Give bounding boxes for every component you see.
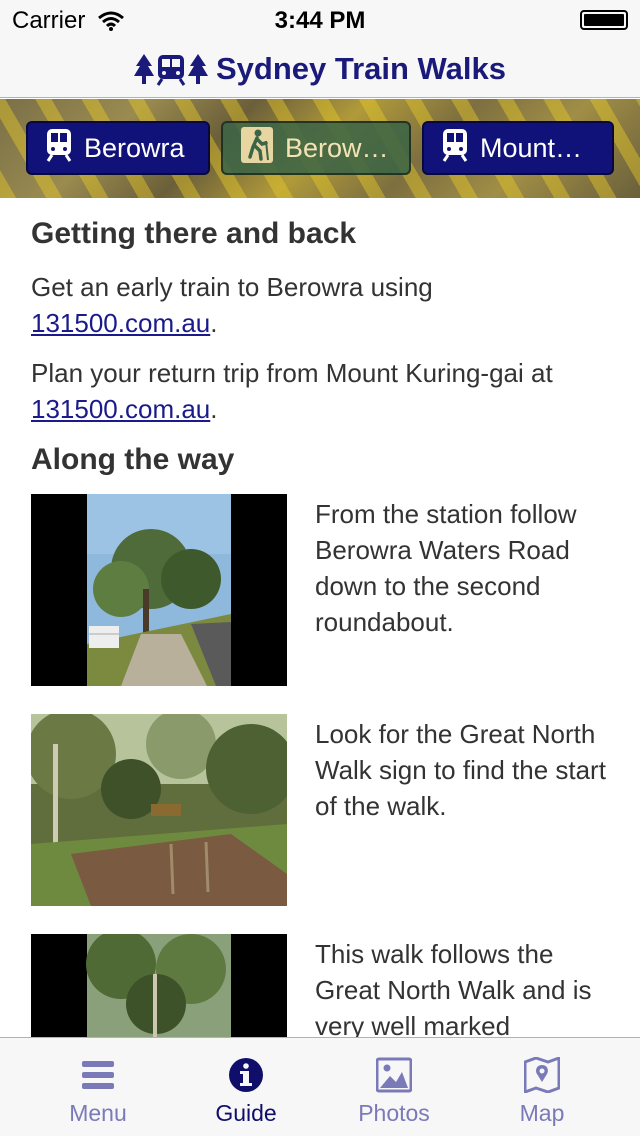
tab-menu[interactable]: Menu bbox=[24, 1038, 172, 1136]
return-period: . bbox=[210, 394, 218, 424]
nav-bar: Sydney Train Walks bbox=[0, 40, 640, 98]
getting-there-heading: Getting there and back bbox=[31, 217, 357, 250]
step-description: From the station follow Berowra Waters R… bbox=[315, 499, 577, 637]
step-photo-1[interactable] bbox=[31, 494, 287, 686]
map-icon bbox=[468, 1050, 616, 1100]
tab-label: Menu bbox=[69, 1100, 127, 1126]
photos-icon bbox=[320, 1050, 468, 1100]
train-icon bbox=[442, 128, 468, 169]
list-item[interactable]: This walk follows the Great North Walk a… bbox=[31, 934, 621, 1037]
info-icon bbox=[172, 1050, 320, 1100]
guide-content[interactable]: Getting there and back Get an early trai… bbox=[0, 199, 640, 1037]
tab-photos[interactable]: Photos bbox=[320, 1038, 468, 1136]
return-paragraph: Plan your return trip from Mount Kuring-… bbox=[31, 355, 621, 427]
hiker-icon bbox=[241, 126, 273, 170]
train-icon bbox=[46, 128, 72, 169]
status-bar: Carrier 3:44 PM bbox=[0, 0, 640, 40]
tab-bar: Menu Guide Photos Map bbox=[0, 1037, 640, 1136]
station-banner: Berowra Berow… Mount… bbox=[0, 99, 640, 198]
list-item[interactable]: Look for the Great North Walk sign to fi… bbox=[31, 714, 621, 906]
outbound-trip-link[interactable]: 131500.com.au bbox=[31, 308, 210, 338]
step-description: Look for the Great North Walk sign to fi… bbox=[315, 719, 606, 821]
tab-guide[interactable]: Guide bbox=[172, 1038, 320, 1136]
tab-label: Guide bbox=[215, 1100, 277, 1126]
app-logo-icon bbox=[133, 52, 208, 86]
status-time: 3:44 PM bbox=[274, 7, 366, 34]
return-text: Plan your return trip from Mount Kuring-… bbox=[31, 358, 553, 388]
tab-label: Photos bbox=[358, 1100, 430, 1126]
tab-label: Map bbox=[519, 1100, 565, 1126]
end-station-button[interactable]: Mount… bbox=[422, 121, 614, 175]
start-station-label: Berowra bbox=[84, 132, 185, 163]
app-title: Sydney Train Walks bbox=[215, 50, 507, 86]
outbound-period: . bbox=[210, 308, 218, 338]
list-item[interactable]: From the station follow Berowra Waters R… bbox=[31, 494, 621, 686]
step-photo-2[interactable] bbox=[31, 714, 287, 906]
start-station-button[interactable]: Berowra bbox=[26, 121, 210, 175]
end-station-label: Mount… bbox=[480, 132, 583, 163]
step-description: This walk follows the Great North Walk a… bbox=[315, 939, 592, 1037]
step-photo-3[interactable] bbox=[31, 934, 287, 1037]
return-trip-link[interactable]: 131500.com.au bbox=[31, 394, 210, 424]
getting-there-paragraph: Get an early train to Berowra using 1315… bbox=[31, 269, 621, 341]
menu-icon bbox=[24, 1050, 172, 1100]
battery-icon bbox=[580, 10, 628, 30]
walk-label: Berow… bbox=[285, 132, 389, 163]
along-the-way-heading: Along the way bbox=[31, 443, 235, 476]
outbound-text: Get an early train to Berowra using bbox=[31, 272, 433, 302]
walk-button[interactable]: Berow… bbox=[221, 121, 411, 175]
tab-map[interactable]: Map bbox=[468, 1038, 616, 1136]
